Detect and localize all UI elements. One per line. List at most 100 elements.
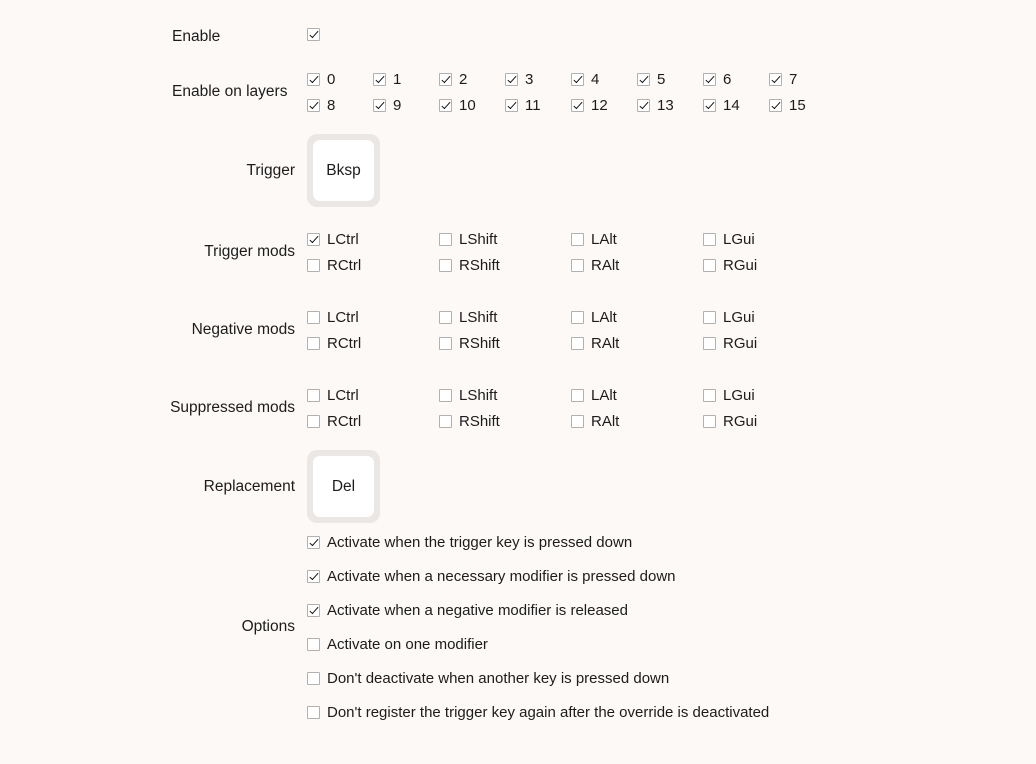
trigger-mod-checkbox[interactable]	[307, 258, 320, 272]
layer-checkbox[interactable]	[571, 72, 584, 86]
suppressed-mod-checkbox[interactable]	[703, 414, 716, 428]
trigger-mod-checkbox[interactable]	[439, 232, 452, 246]
trigger-mod-item-ralt[interactable]: RAlt	[571, 257, 703, 274]
negative-mod-checkbox[interactable]	[703, 310, 716, 324]
replacement-label: Replacement	[203, 477, 295, 495]
negative-mod-checkbox[interactable]	[439, 310, 452, 324]
negative-mod-item-rgui[interactable]: RGui	[703, 335, 835, 352]
negative-mod-item-rshift[interactable]: RShift	[439, 335, 571, 352]
layer-item-3[interactable]: 3	[505, 71, 571, 88]
trigger-mod-item-rshift[interactable]: RShift	[439, 257, 571, 274]
layer-checkbox[interactable]	[373, 72, 386, 86]
layer-item-13[interactable]: 13	[637, 97, 703, 114]
suppressed-mod-item-lgui[interactable]: LGui	[703, 387, 835, 404]
layer-checkbox[interactable]	[571, 98, 584, 112]
option-item-2[interactable]: Activate when a negative modifier is rel…	[307, 602, 769, 619]
layer-checkbox[interactable]	[769, 72, 782, 86]
option-item-1[interactable]: Activate when a necessary modifier is pr…	[307, 568, 769, 585]
enable-checkbox[interactable]	[307, 28, 320, 41]
layer-checkbox[interactable]	[505, 98, 518, 112]
negative-mod-checkbox[interactable]	[571, 336, 584, 350]
replacement-key-button[interactable]: Del	[307, 450, 380, 523]
layer-item-14[interactable]: 14	[703, 97, 769, 114]
suppressed-mod-checkbox[interactable]	[439, 414, 452, 428]
suppressed-mod-checkbox[interactable]	[703, 388, 716, 402]
suppressed-mod-item-rgui[interactable]: RGui	[703, 413, 835, 430]
layer-checkbox[interactable]	[439, 72, 452, 86]
layer-item-8[interactable]: 8	[307, 97, 373, 114]
layer-checkbox[interactable]	[703, 98, 716, 112]
option-item-4[interactable]: Don't deactivate when another key is pre…	[307, 670, 769, 687]
option-checkbox[interactable]	[307, 637, 320, 651]
negative-mod-item-lshift[interactable]: LShift	[439, 309, 571, 326]
layer-item-5[interactable]: 5	[637, 71, 703, 88]
negative-mod-checkbox[interactable]	[307, 310, 320, 324]
suppressed-mod-checkbox[interactable]	[307, 414, 320, 428]
layer-checkbox[interactable]	[703, 72, 716, 86]
option-item-5[interactable]: Don't register the trigger key again aft…	[307, 704, 769, 721]
trigger-mod-item-lgui[interactable]: LGui	[703, 231, 835, 248]
layer-checkbox[interactable]	[439, 98, 452, 112]
trigger-mod-checkbox[interactable]	[571, 258, 584, 272]
suppressed-mod-checkbox[interactable]	[571, 414, 584, 428]
negative-mod-item-lalt[interactable]: LAlt	[571, 309, 703, 326]
option-checkbox[interactable]	[307, 671, 320, 685]
suppressed-mod-item-rctrl[interactable]: RCtrl	[307, 413, 439, 430]
option-checkbox[interactable]	[307, 569, 320, 583]
suppressed-mod-item-rshift[interactable]: RShift	[439, 413, 571, 430]
suppressed-mod-item-ralt[interactable]: RAlt	[571, 413, 703, 430]
layer-item-2[interactable]: 2	[439, 71, 505, 88]
suppressed-mod-item-lalt[interactable]: LAlt	[571, 387, 703, 404]
layer-item-4[interactable]: 4	[571, 71, 637, 88]
trigger-mod-item-lshift[interactable]: LShift	[439, 231, 571, 248]
negative-mod-item-lctrl[interactable]: LCtrl	[307, 309, 439, 326]
negative-mod-item-rctrl[interactable]: RCtrl	[307, 335, 439, 352]
suppressed-mod-checkbox[interactable]	[307, 388, 320, 402]
negative-mod-item-lgui[interactable]: LGui	[703, 309, 835, 326]
trigger-mod-checkbox[interactable]	[703, 232, 716, 246]
trigger-mod-item-lalt[interactable]: LAlt	[571, 231, 703, 248]
layer-checkbox[interactable]	[307, 72, 320, 86]
layer-checkbox[interactable]	[505, 72, 518, 86]
suppressed-mod-item-lshift[interactable]: LShift	[439, 387, 571, 404]
negative-mod-checkbox[interactable]	[439, 336, 452, 350]
trigger-label: Trigger	[246, 161, 295, 179]
layer-item-6[interactable]: 6	[703, 71, 769, 88]
layer-item-15[interactable]: 15	[769, 97, 835, 114]
trigger-mod-checkbox[interactable]	[307, 232, 320, 246]
trigger-mod-checkbox[interactable]	[703, 258, 716, 272]
layer-checkbox[interactable]	[769, 98, 782, 112]
layer-checkbox[interactable]	[373, 98, 386, 112]
negative-mod-checkbox[interactable]	[703, 336, 716, 350]
trigger-mod-checkbox[interactable]	[439, 258, 452, 272]
layer-checkbox[interactable]	[637, 98, 650, 112]
layer-item-10[interactable]: 10	[439, 97, 505, 114]
negative-mod-item-ralt[interactable]: RAlt	[571, 335, 703, 352]
trigger-mod-checkbox[interactable]	[571, 232, 584, 246]
option-checkbox[interactable]	[307, 535, 320, 549]
suppressed-mod-item-lctrl[interactable]: LCtrl	[307, 387, 439, 404]
trigger-mod-item-rctrl[interactable]: RCtrl	[307, 257, 439, 274]
layer-checkbox[interactable]	[307, 98, 320, 112]
layer-item-11[interactable]: 11	[505, 97, 571, 114]
suppressed-mod-checkbox[interactable]	[571, 388, 584, 402]
trigger-key-button[interactable]: Bksp	[307, 134, 380, 207]
layer-item-12[interactable]: 12	[571, 97, 637, 114]
row-trigger-mods: Trigger mods LCtrl LShift LAlt LGui RCtrl RSh…	[0, 226, 835, 278]
negative-mod-checkbox[interactable]	[571, 310, 584, 324]
layer-checkbox[interactable]	[637, 72, 650, 86]
option-item-0[interactable]: Activate when the trigger key is pressed…	[307, 534, 769, 551]
suppressed-mod-checkbox[interactable]	[439, 388, 452, 402]
replacement-field: Del	[307, 450, 380, 523]
negative-mod-checkbox[interactable]	[307, 336, 320, 350]
option-item-3[interactable]: Activate on one modifier	[307, 636, 769, 653]
enable-checkbox-item[interactable]	[307, 28, 320, 41]
layer-item-1[interactable]: 1	[373, 71, 439, 88]
option-checkbox[interactable]	[307, 705, 320, 719]
layer-item-9[interactable]: 9	[373, 97, 439, 114]
trigger-mod-item-rgui[interactable]: RGui	[703, 257, 835, 274]
layer-item-0[interactable]: 0	[307, 71, 373, 88]
trigger-mod-item-lctrl[interactable]: LCtrl	[307, 231, 439, 248]
option-checkbox[interactable]	[307, 603, 320, 617]
layer-item-7[interactable]: 7	[769, 71, 835, 88]
